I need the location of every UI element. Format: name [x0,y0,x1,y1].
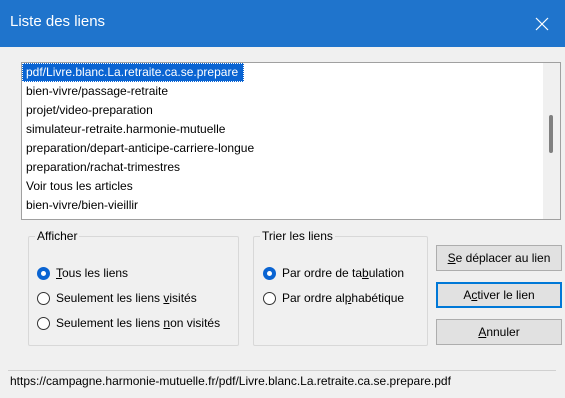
radio-label: Seulement les liens visités [56,291,197,305]
radio-button[interactable] [37,316,50,330]
title-bar: Liste des liens [0,0,565,47]
close-icon [535,17,549,30]
radio-visited-links[interactable]: Seulement les liens visités [37,291,197,305]
radio-unvisited-links[interactable]: Seulement les liens non visités [37,316,220,330]
cancel-button[interactable]: Annuler [436,319,562,345]
list-item[interactable]: simulateur-retraite.harmonie-mutuelle [22,120,560,139]
dialog-body: pdf/Livre.blanc.La.retraite.ca.se.prepar… [0,47,565,398]
list-item[interactable]: bien-vivre/passage-retraite [22,82,560,101]
list-item[interactable]: pdf/Livre.blanc.La.retraite.ca.se.prepar… [22,63,245,82]
radio-all-links[interactable]: Tous les liens [37,266,128,280]
activate-link-button[interactable]: Activer le lien [436,282,562,308]
radio-label: Par ordre de tabulation [282,266,405,280]
trier-group: Trier les liens [253,229,428,346]
list-item[interactable]: preparation/rachat-trimestres [22,158,560,177]
radio-label: Par ordre alphabétique [282,291,405,305]
close-button[interactable] [519,0,565,47]
list-item[interactable]: preparation/depart-anticipe-carriere-lon… [22,139,560,158]
radio-sort-tab[interactable]: Par ordre de tabulation [263,266,404,280]
radio-button[interactable] [37,291,50,305]
radio-button-checked[interactable] [263,266,276,280]
links-listbox[interactable]: pdf/Livre.blanc.La.retraite.ca.se.prepar… [21,62,561,220]
move-to-link-button[interactable]: Se déplacer au lien [436,245,562,271]
links-list-items: pdf/Livre.blanc.La.retraite.ca.se.prepar… [22,63,560,215]
status-url: https://campagne.harmonie-mutuelle.fr/pd… [8,370,556,390]
afficher-legend: Afficher [37,229,78,243]
list-item[interactable]: projet/video-preparation [22,101,560,120]
radio-label: Seulement les liens non visités [56,316,221,330]
list-item[interactable]: bien-vivre/bien-vieillir [22,196,560,215]
radio-button-checked[interactable] [37,266,50,280]
radio-sort-alpha[interactable]: Par ordre alphabétique [263,291,404,305]
trier-legend: Trier les liens [262,229,333,243]
radio-button[interactable] [263,291,276,305]
radio-label: Tous les liens [56,266,129,280]
scrollbar-thumb[interactable] [549,115,553,153]
list-scrollbar[interactable] [543,63,560,219]
window-title: Liste des liens [10,13,106,30]
list-item[interactable]: Voir tous les articles [22,177,560,196]
